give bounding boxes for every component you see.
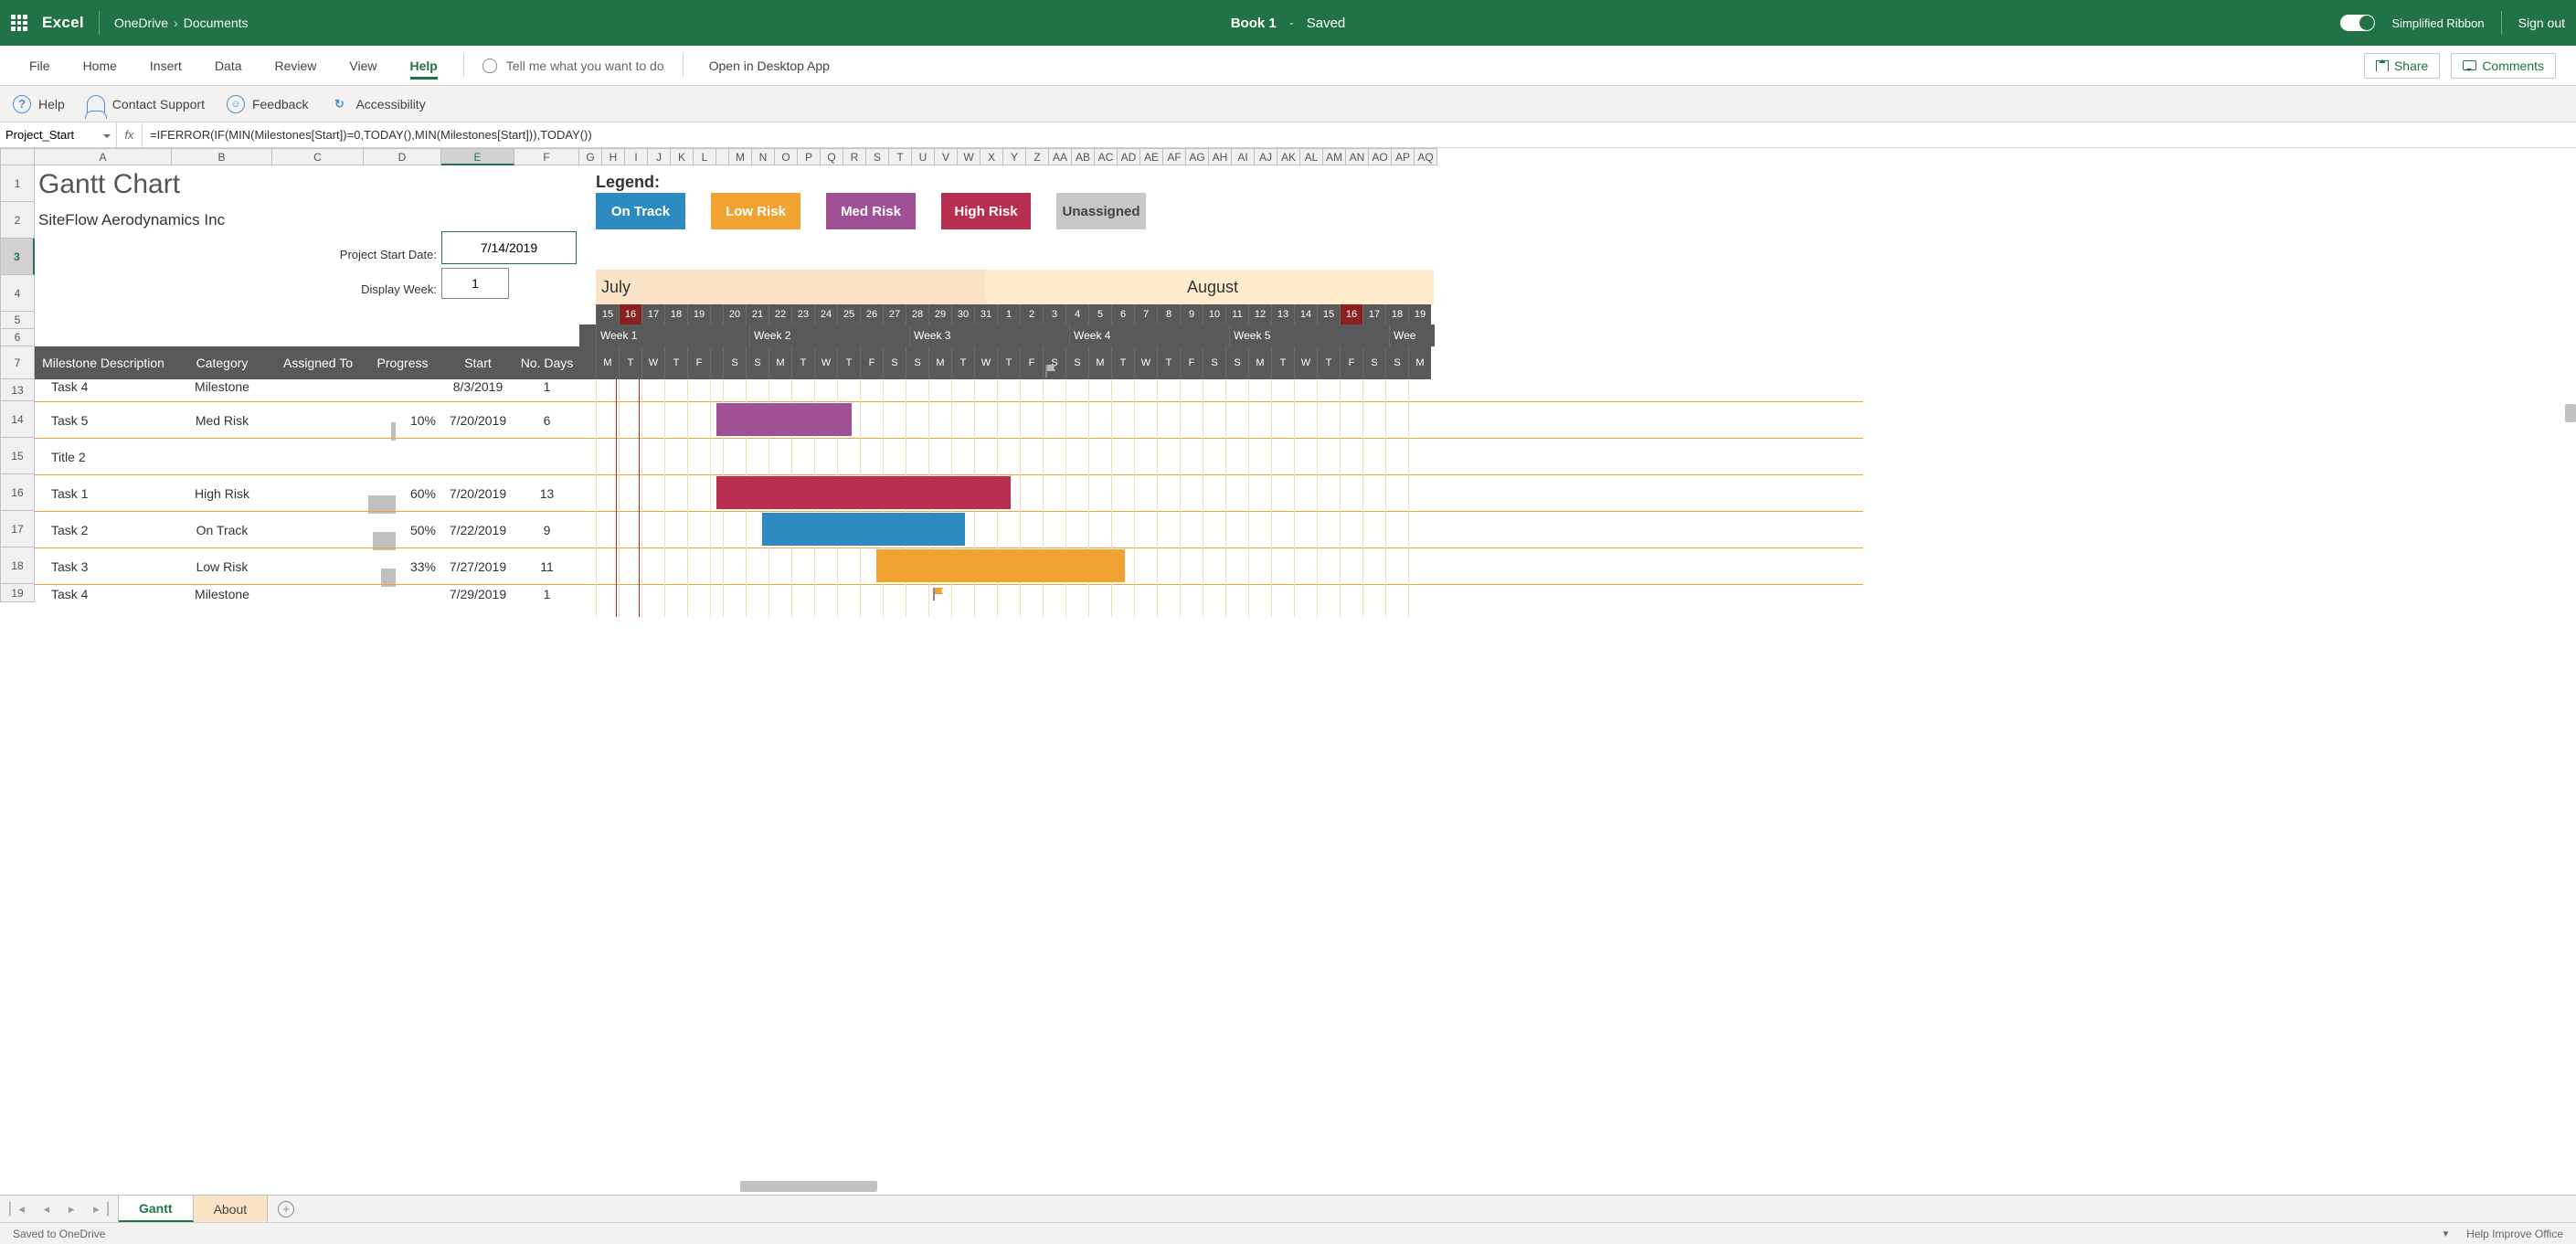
tab-home[interactable]: Home (67, 46, 133, 85)
milestone-flag-icon (931, 588, 944, 601)
person-icon (87, 95, 105, 113)
accessibility-icon: ↻ (330, 95, 348, 113)
sheet-tab-gantt[interactable]: Gantt (119, 1196, 194, 1222)
legend-highrisk: High Risk (941, 193, 1031, 229)
company-name: SiteFlow Aerodynamics Inc (38, 211, 225, 229)
formula-bar: Project_Start fx =IFERROR(IF(MIN(Milesto… (0, 122, 2576, 148)
bar-task1 (716, 476, 1011, 509)
legend-unassigned: Unassigned (1056, 193, 1146, 229)
title-bar: Excel OneDrive›Documents Book 1 - Saved … (0, 0, 2576, 46)
sheet-tab-about[interactable]: About (194, 1196, 269, 1222)
milestone-flag-icon (1044, 365, 1056, 377)
month-july: July (596, 270, 716, 304)
row-headers[interactable]: 123456713141516171819 (0, 165, 35, 602)
help-icon: ? (13, 95, 31, 113)
vertical-scrollbar[interactable] (2565, 404, 2576, 422)
start-date-cell[interactable]: 7/14/2019 (441, 231, 577, 264)
horizontal-scrollbar[interactable] (35, 1178, 2576, 1195)
day-header-row: MTWTFSSMTWTFSSMTWTFSSMTWTFSSMTWTFSSM (596, 346, 1431, 379)
simplified-ribbon-label: Simplified Ribbon (2391, 16, 2484, 30)
status-bar: Saved to OneDrive ▾Help Improve Office (0, 1222, 2576, 1244)
start-date-label: Project Start Date: (272, 248, 437, 261)
help-button[interactable]: ?Help (13, 95, 65, 113)
tab-help[interactable]: Help (394, 46, 454, 85)
app-name: Excel (42, 14, 84, 32)
app-launcher-icon[interactable] (11, 15, 27, 31)
gantt-area (596, 379, 2576, 617)
table-header: Milestone Description Category Assigned … (35, 346, 579, 379)
share-icon (2376, 60, 2389, 71)
bar-task5 (716, 403, 852, 436)
feedback-button[interactable]: ☺Feedback (227, 95, 308, 113)
bar-task3 (876, 549, 1125, 582)
bar-task2 (762, 513, 965, 546)
display-week-cell[interactable]: 1 (441, 268, 509, 299)
ribbon-tabs: File Home Insert Data Review View Help T… (0, 46, 2576, 86)
fx-icon[interactable]: fx (117, 122, 143, 147)
smile-icon: ☺ (227, 95, 245, 113)
select-all-corner[interactable] (0, 148, 35, 165)
help-toolbar: ?Help Contact Support ☺Feedback ↻Accessi… (0, 86, 2576, 122)
add-sheet-button[interactable]: + (268, 1196, 304, 1222)
tab-insert[interactable]: Insert (133, 46, 198, 85)
legend-ontrack: On Track (596, 193, 685, 229)
accessibility-button[interactable]: ↻Accessibility (330, 95, 425, 113)
grid[interactable]: Gantt Chart SiteFlow Aerodynamics Inc Pr… (35, 165, 2576, 1195)
date-row: 1516171819202122232425262728293031123456… (596, 304, 1431, 324)
gantt-title: Gantt Chart (38, 169, 180, 200)
tell-me-search[interactable]: Tell me what you want to do (473, 46, 673, 85)
tab-data[interactable]: Data (198, 46, 259, 85)
display-week-label: Display Week: (272, 282, 437, 296)
comment-icon (2463, 60, 2476, 70)
comments-button[interactable]: Comments (2451, 53, 2556, 79)
sheet-tab-bar: ▏◂◂▸▸▕ Gantt About + (0, 1195, 2576, 1222)
worksheet[interactable]: ABCDEFGHIJKLMNOPQRSTUVWXYZAAABACADAEAFAG… (0, 148, 2576, 1195)
share-button[interactable]: Share (2364, 53, 2440, 79)
tab-review[interactable]: Review (259, 46, 334, 85)
formula-input[interactable]: =IFERROR(IF(MIN(Milestones[Start])=0,TOD… (143, 122, 2576, 147)
column-headers[interactable]: ABCDEFGHIJKLMNOPQRSTUVWXYZAAABACADAEAFAG… (35, 148, 1437, 165)
legend-lowrisk: Low Risk (711, 193, 800, 229)
tab-file[interactable]: File (13, 46, 67, 85)
bulb-icon (482, 58, 497, 73)
month-august: August (986, 270, 1434, 304)
name-box[interactable]: Project_Start (0, 122, 117, 147)
tab-view[interactable]: View (333, 46, 393, 85)
legend-label: Legend: (596, 173, 660, 192)
status-text: Saved to OneDrive (13, 1228, 105, 1240)
legend-medrisk: Med Risk (826, 193, 916, 229)
help-improve-link[interactable]: Help Improve Office (2466, 1228, 2563, 1240)
sheet-nav[interactable]: ▏◂◂▸▸▕ (0, 1196, 119, 1222)
open-in-desktop-link[interactable]: Open in Desktop App (693, 46, 846, 85)
breadcrumb[interactable]: OneDrive›Documents (114, 16, 249, 30)
simplified-ribbon-toggle[interactable] (2340, 15, 2375, 31)
week-row: Week 1Week 2Week 3Week 4Week 5Wee (596, 324, 1435, 346)
sign-out-link[interactable]: Sign out (2518, 16, 2565, 30)
doc-title: Book 1 - Saved (1231, 16, 1346, 31)
contact-button[interactable]: Contact Support (87, 95, 205, 113)
